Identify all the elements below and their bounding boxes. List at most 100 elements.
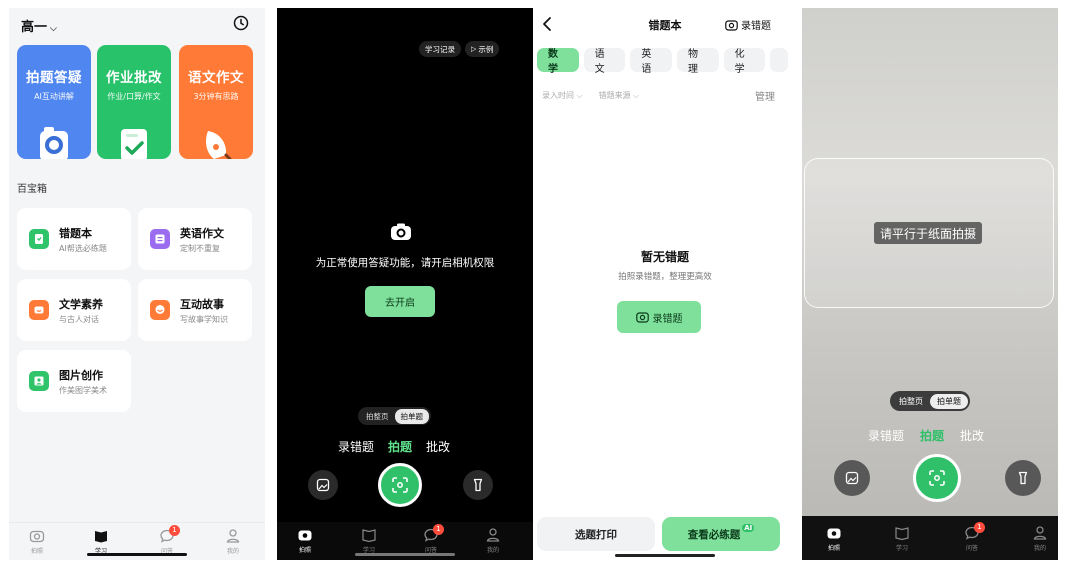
tab-camera[interactable]: 拍照	[285, 527, 325, 554]
tab-more[interactable]	[770, 48, 788, 72]
home-indicator	[615, 554, 715, 557]
permission-message: 为正常使用答疑功能，请开启相机权限	[315, 257, 495, 269]
tool-literature[interactable]: 文学素养 与古人对话	[17, 279, 131, 341]
record-mistake-button[interactable]: 录错题	[617, 301, 701, 333]
tab-qa[interactable]: 1 问答	[147, 525, 187, 555]
filter-source[interactable]: 错题来源 ⌵	[599, 90, 640, 101]
shutter-button[interactable]	[913, 454, 961, 502]
example-button[interactable]: ▷ 示例	[465, 41, 500, 57]
tab-english[interactable]: 英语	[630, 48, 672, 75]
notification-badge: 1	[974, 522, 985, 533]
subject-tabs: 数学 语文 英语 物理 化学	[537, 48, 793, 75]
gallery-button[interactable]	[834, 460, 870, 496]
tool-title: 英语作文	[180, 227, 224, 240]
bottom-tab-bar: 拍照 学习 1 问答 我的	[9, 522, 265, 560]
tab-qa[interactable]: 1 问答	[411, 524, 451, 554]
tab-study[interactable]: 学习	[349, 527, 389, 554]
book-icon	[895, 527, 909, 541]
view-practice-button[interactable]: 查看必练题 AI	[662, 517, 780, 551]
empty-title: 暂无错题	[640, 250, 689, 264]
tab-camera[interactable]: 拍照	[814, 525, 854, 552]
mode-record-mistake[interactable]: 录错题	[338, 438, 374, 455]
tool-title: 互动故事	[180, 298, 224, 311]
grade-selector[interactable]: 高一 ⌵	[21, 16, 57, 35]
chinese-essay-card[interactable]: 语文作文 3分钟有思路	[179, 45, 253, 159]
tab-label: 拍照	[298, 547, 311, 554]
segment-full-page[interactable]: 拍整页	[892, 394, 930, 409]
tool-subtitle: AI帮选必练题	[59, 244, 107, 253]
tool-mistake-book[interactable]: 错题本 AI帮选必练题	[17, 208, 131, 270]
segment-single-question[interactable]: 拍单题	[394, 408, 429, 424]
tool-title: 文学素养	[59, 298, 103, 311]
tab-qa[interactable]: 1 问答	[952, 522, 992, 552]
tab-study[interactable]: 学习	[882, 525, 922, 552]
grade-label: 高一	[21, 20, 48, 35]
tab-label: 问答	[965, 545, 978, 552]
gallery-button[interactable]	[308, 470, 338, 500]
study-record-button[interactable]: 学习记录	[419, 41, 461, 57]
scan-icon	[392, 477, 408, 493]
camera-icon	[29, 530, 45, 543]
person-icon	[1033, 526, 1047, 540]
notification-badge: 1	[169, 525, 180, 536]
segment-single-question[interactable]: 拍单题	[930, 393, 968, 409]
person-icon	[486, 528, 500, 542]
button-label: 录错题	[652, 313, 683, 325]
tab-math[interactable]: 数学	[537, 48, 579, 75]
tab-label: 我的	[1033, 545, 1046, 552]
tab-chinese[interactable]: 语文	[583, 48, 626, 75]
bottom-tab-bar: 拍照 学习 1 问答 我的	[802, 516, 1058, 560]
mode-photo-question[interactable]: 拍题	[388, 438, 412, 455]
book-icon	[95, 531, 107, 543]
tool-subtitle: 与古人对话	[59, 315, 99, 324]
tool-subtitle: 写故事学知识	[180, 315, 228, 324]
manage-button[interactable]: 管理	[755, 88, 775, 103]
segment-full-page[interactable]: 拍整页	[360, 409, 395, 424]
scan-icon	[929, 470, 945, 486]
mode-record-mistake[interactable]: 录错题	[868, 427, 904, 444]
tab-label: 我的	[486, 547, 499, 554]
tool-english-essay[interactable]: 英语作文 定制不重复	[138, 208, 252, 270]
mask-icon	[29, 300, 49, 320]
tab-me[interactable]: 我的	[213, 528, 253, 555]
tab-camera[interactable]: 拍照	[17, 528, 57, 555]
enable-permission-button[interactable]: 去开启	[365, 286, 435, 317]
checklist-icon	[118, 125, 150, 159]
photo-qa-card[interactable]: 拍题答疑 AI互动讲解	[17, 45, 91, 159]
card-subtitle: 3分钟有思路	[193, 92, 239, 101]
tool-interactive-story[interactable]: 互动故事 写故事学知识	[138, 279, 252, 341]
camera-icon	[827, 528, 841, 539]
camera-icon	[38, 125, 70, 159]
home-screen: 高一 ⌵ 拍题答疑 AI互动讲解 作业批改 作业/口算/作文 语文作文 3分钟有思…	[9, 8, 265, 560]
tool-title: 图片创作	[59, 369, 103, 382]
homework-check-card[interactable]: 作业批改 作业/口算/作文	[97, 45, 171, 159]
flashlight-button[interactable]	[1005, 460, 1041, 496]
tool-title: 错题本	[59, 227, 92, 240]
tab-me[interactable]: 我的	[1020, 525, 1058, 552]
tab-physics[interactable]: 物理	[676, 48, 719, 75]
select-print-button[interactable]: 选题打印	[537, 517, 655, 551]
mode-grade[interactable]: 批改	[960, 427, 984, 444]
toolbox-heading: 百宝箱	[17, 184, 47, 195]
record-mistake-link[interactable]: 录错题	[725, 17, 771, 32]
mode-photo-question[interactable]: 拍题	[920, 427, 944, 444]
tab-me[interactable]: 我的	[473, 527, 513, 554]
flashlight-button[interactable]	[463, 470, 493, 500]
tab-chemistry[interactable]: 化学	[723, 48, 766, 75]
mode-switcher: 录错题 拍题 批改	[868, 427, 984, 444]
tab-label: 学习	[895, 545, 908, 552]
clock-icon[interactable]	[233, 15, 249, 31]
shutter-button[interactable]	[378, 463, 422, 507]
filter-entry-time[interactable]: 录入时间 ⌵	[542, 90, 583, 101]
tool-subtitle: 定制不重复	[180, 244, 220, 253]
chevron-down-icon: ⌵	[50, 24, 57, 34]
tab-study[interactable]: 学习	[81, 528, 121, 555]
camera-icon	[635, 312, 649, 323]
tab-label: 我的	[226, 548, 239, 555]
notebook-icon	[29, 229, 49, 249]
tool-image-creation[interactable]: 图片创作 作美图学美术	[17, 350, 131, 412]
tab-label: 拍照	[827, 545, 840, 552]
camera-icon	[725, 19, 738, 31]
button-label: 查看必练题	[687, 528, 741, 541]
mode-grade[interactable]: 批改	[426, 438, 450, 455]
